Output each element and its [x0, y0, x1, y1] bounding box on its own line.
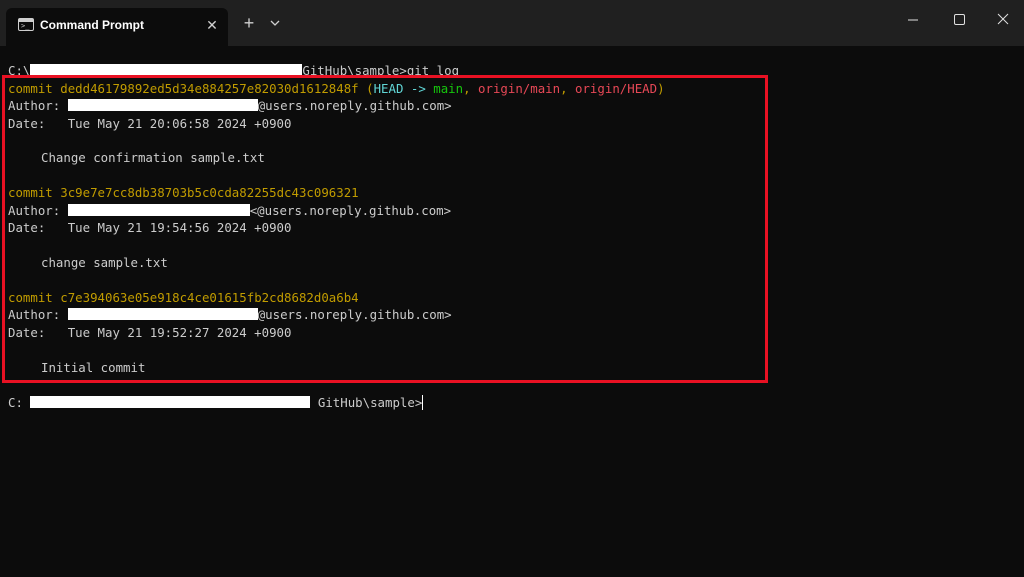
tab-command-prompt[interactable]: >_ Command Prompt ✕	[6, 8, 228, 46]
tab-title: Command Prompt	[40, 18, 145, 32]
redacted-author	[67, 308, 258, 320]
commit-line: commit c7e394063e05e918c4ce01615fb2cd868…	[8, 290, 359, 305]
commit-message: change sample.txt	[41, 255, 168, 270]
terminal-icon: >_	[18, 18, 34, 31]
date-line: Date: Tue May 21 19:54:56 2024 +0900	[8, 220, 292, 235]
origin-main-ref: origin/main	[478, 81, 561, 96]
commit-line: commit 3c9e7e7cc8db38703b5c0cda82255dc43…	[8, 185, 359, 200]
origin-head-ref: origin/HEAD	[575, 81, 658, 96]
final-prompt-line: C: GitHub\sample>	[8, 395, 424, 410]
text-cursor	[422, 395, 424, 410]
commit-message: Change confirmation sample.txt	[41, 150, 265, 165]
date-line: Date: Tue May 21 20:06:58 2024 +0900	[8, 116, 292, 131]
redacted-path	[30, 396, 311, 408]
redacted-author	[67, 204, 250, 216]
redacted-path	[30, 64, 303, 76]
commit-hash: 3c9e7e7cc8db38703b5c0cda82255dc43c096321	[60, 185, 359, 200]
new-tab-button[interactable]: +	[238, 12, 260, 34]
prompt-line: C:\ GitHub\sample>git log	[8, 63, 460, 78]
close-tab-icon[interactable]: ✕	[202, 15, 222, 35]
branch-ref: main	[433, 81, 464, 96]
commit-hash: c7e394063e05e918c4ce01615fb2cd8682d0a6b4	[60, 290, 359, 305]
author-line: Author: <@users.noreply.github.com>	[8, 203, 452, 218]
chevron-down-icon[interactable]	[265, 12, 285, 34]
title-bar: >_ Command Prompt ✕ +	[0, 0, 1024, 46]
maximize-button[interactable]	[936, 0, 982, 40]
commit-hash: dedd46179892ed5d34e884257e82030d1612848f	[60, 81, 359, 96]
terminal-output[interactable]: C:\ GitHub\sample>git log commit dedd4617…	[0, 46, 1024, 577]
author-line: Author: @users.noreply.github.com>	[8, 98, 452, 113]
commit-line: commit dedd46179892ed5d34e884257e82030d1…	[8, 81, 665, 96]
minimize-button[interactable]	[890, 0, 936, 40]
close-window-button[interactable]	[982, 0, 1024, 40]
head-ref: HEAD	[373, 81, 404, 96]
author-line: Author: @users.noreply.github.com>	[8, 307, 452, 322]
date-line: Date: Tue May 21 19:52:27 2024 +0900	[8, 325, 292, 340]
commit-message: Initial commit	[41, 360, 146, 375]
redacted-author	[67, 99, 258, 111]
command-text: git log	[406, 63, 460, 78]
